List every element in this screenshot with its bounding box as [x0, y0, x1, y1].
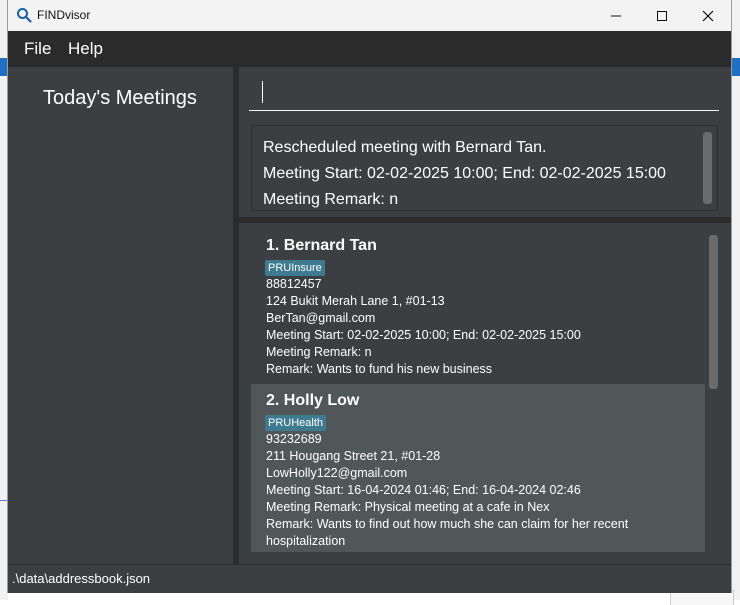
minimize-icon — [611, 15, 621, 16]
person-name: 1. Bernard Tan — [266, 237, 377, 254]
result-line: Rescheduled meeting with Bernard Tan. — [263, 139, 547, 156]
list-scrollbar[interactable] — [709, 235, 718, 389]
todays-meetings-panel: Today's Meetings — [8, 67, 239, 564]
app-window: FINDvisor File Help Today's Meetings Res… — [8, 0, 731, 593]
menu-help[interactable]: Help — [68, 39, 103, 59]
person-meeting: Meeting Start: 16-04-2024 01:46; End: 16… — [266, 483, 581, 497]
close-icon — [702, 10, 714, 21]
person-tag: PRUInsure — [265, 260, 325, 276]
result-scrollbar[interactable] — [703, 132, 712, 204]
result-line: Meeting Remark: n — [263, 191, 399, 208]
person-phone: 93232689 — [266, 432, 322, 446]
person-meeting-remark: Meeting Remark: n — [266, 345, 372, 359]
maximize-icon — [657, 10, 667, 21]
title-bar[interactable]: FINDvisor — [8, 0, 731, 31]
command-input[interactable] — [249, 73, 719, 111]
background-highlight-right — [732, 58, 740, 76]
minimize-button[interactable] — [593, 0, 639, 31]
person-remark-continued: hospitalization — [266, 534, 346, 548]
person-remark: Remark: Wants to find out how much she c… — [266, 517, 629, 531]
sidebar-title: Today's Meetings — [43, 87, 197, 109]
person-email: LowHolly122@gmail.com — [266, 466, 408, 480]
search-icon — [16, 7, 32, 23]
background-window-edge-right — [732, 0, 740, 600]
maximize-button[interactable] — [639, 0, 685, 31]
list-item[interactable]: 1. Bernard Tan PRUInsure 88812457 124 Bu… — [251, 229, 705, 384]
menu-bar: File Help — [8, 31, 731, 67]
main-panel: Rescheduled meeting with Bernard Tan. Me… — [239, 67, 731, 564]
person-tag: PRUHealth — [265, 415, 327, 431]
menu-file[interactable]: File — [24, 39, 51, 59]
status-bar: .\data\addressbook.json — [8, 564, 731, 593]
background-window-edge-left — [0, 0, 8, 600]
person-meeting-remark: Meeting Remark: Physical meeting at a ca… — [266, 500, 550, 514]
text-caret — [262, 81, 263, 103]
person-meeting: Meeting Start: 02-02-2025 10:00; End: 02… — [266, 328, 581, 342]
person-phone: 88812457 — [266, 277, 322, 291]
close-button[interactable] — [685, 0, 731, 31]
person-name: 2. Holly Low — [266, 392, 360, 409]
person-address: 211 Hougang Street 21, #01-28 — [266, 449, 441, 463]
person-email: BerTan@gmail.com — [266, 311, 376, 325]
background-highlight-left — [0, 58, 8, 76]
person-list: 1. Bernard Tan PRUInsure 88812457 124 Bu… — [251, 229, 723, 552]
save-location: .\data\addressbook.json — [12, 571, 151, 586]
panel-divider[interactable] — [239, 217, 731, 223]
result-line: Meeting Start: 02-02-2025 10:00; End: 02… — [263, 165, 666, 182]
result-display[interactable]: Rescheduled meeting with Bernard Tan. Me… — [251, 125, 718, 211]
result-text: Rescheduled meeting with Bernard Tan. Me… — [263, 135, 666, 213]
person-address: 124 Bukit Merah Lane 1, #01-13 — [266, 294, 445, 308]
person-remark: Remark: Wants to fund his new business — [266, 362, 493, 376]
command-area — [239, 67, 731, 119]
list-item[interactable]: 2. Holly Low PRUHealth 93232689 211 Houg… — [251, 384, 705, 552]
background-divider — [0, 500, 8, 501]
window-title: FINDvisor — [37, 8, 91, 22]
